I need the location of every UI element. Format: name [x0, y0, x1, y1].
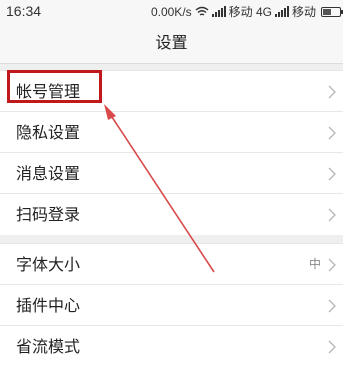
- chevron-right-icon: [328, 85, 336, 99]
- battery-icon: [321, 6, 343, 17]
- chevron-right-icon: [328, 340, 336, 354]
- settings-item-font-size[interactable]: 字体大小 中: [0, 244, 343, 285]
- settings-group-general: 字体大小 中 插件中心 省流模式: [0, 243, 343, 367]
- settings-item-label: 插件中心: [16, 296, 81, 315]
- settings-item-label: 扫码登录: [16, 205, 81, 224]
- wifi-icon: [195, 6, 209, 16]
- status-time: 16:34: [6, 3, 42, 19]
- chevron-right-icon: [328, 258, 336, 272]
- settings-item-plugin-center[interactable]: 插件中心: [0, 285, 343, 326]
- page-title: 设置: [0, 22, 343, 64]
- signal-icon: [211, 6, 226, 17]
- chevron-right-icon: [328, 208, 336, 222]
- signal-icon-secondary: [275, 6, 289, 17]
- settings-item-privacy[interactable]: 隐私设置: [0, 112, 343, 153]
- settings-item-label: 隐私设置: [16, 123, 81, 142]
- battery-fill: [323, 8, 332, 15]
- chevron-right-icon: [328, 299, 336, 313]
- settings-item-label: 省流模式: [16, 337, 81, 356]
- network-speed: 0.00K/s: [150, 4, 192, 19]
- carrier-label-secondary: 移动 4G: [292, 5, 318, 19]
- settings-item-messages[interactable]: 消息设置: [0, 153, 343, 194]
- settings-item-data-saver[interactable]: 省流模式: [0, 326, 343, 367]
- status-bar: 16:34 0.00K/s 移动 4G 移动 4G: [0, 0, 343, 22]
- carrier-label: 移动 4G: [228, 5, 272, 19]
- annotation-highlight-box: [7, 70, 102, 103]
- settings-item-label: 消息设置: [16, 164, 81, 183]
- section-divider: [0, 235, 343, 243]
- settings-item-label: 字体大小: [16, 255, 81, 274]
- chevron-right-icon: [328, 167, 336, 181]
- status-indicators: 0.00K/s 移动 4G 移动 4G: [150, 3, 343, 20]
- font-size-value: 中: [308, 257, 321, 271]
- chevron-right-icon: [328, 126, 336, 140]
- settings-item-scan-login[interactable]: 扫码登录: [0, 194, 343, 235]
